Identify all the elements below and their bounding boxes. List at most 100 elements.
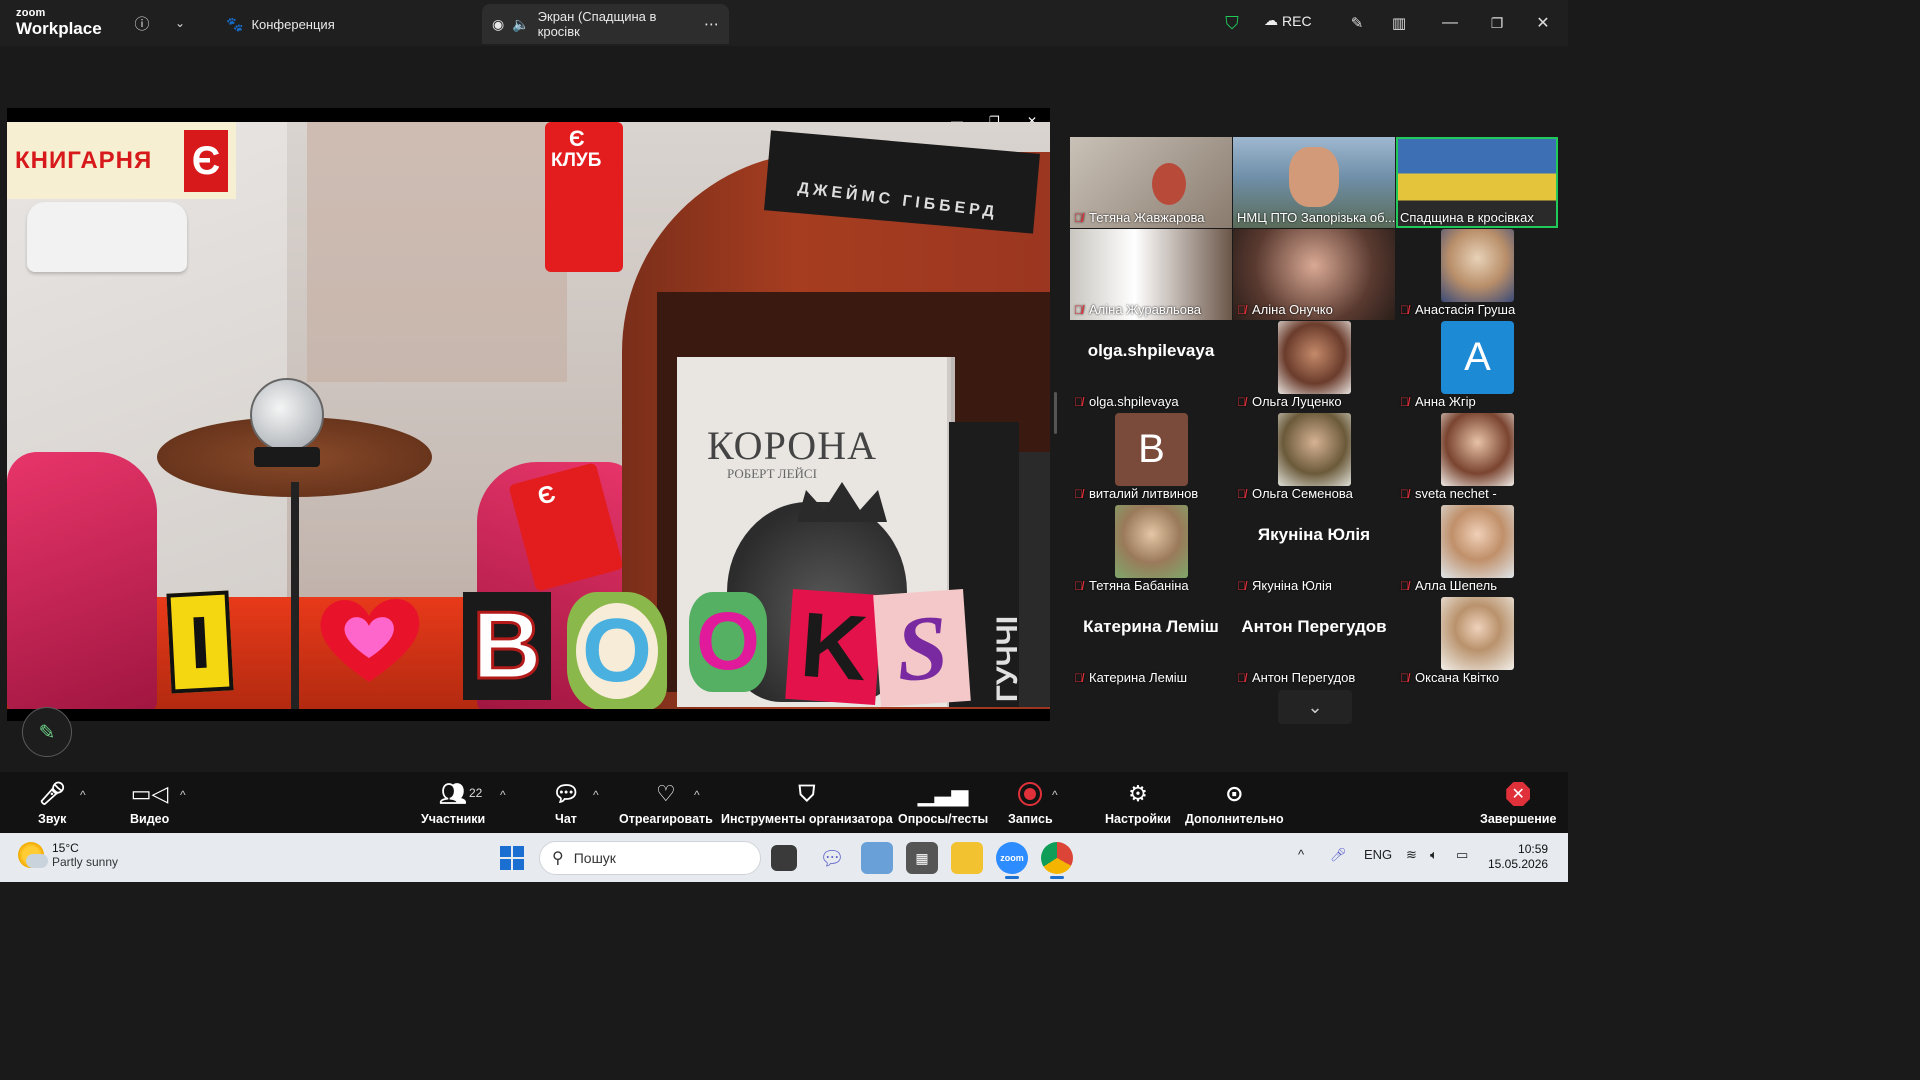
more-options-icon[interactable]: ⋯ (704, 15, 719, 33)
host-tools-label: Инструменты организатора (721, 812, 893, 826)
host-tools-button[interactable]: ⛉ Инструменты организатора (721, 780, 893, 826)
more-button[interactable]: ⊙ Дополнительно (1185, 780, 1284, 826)
participant-tile[interactable]: Якуніна Юлія 🎙̸ Якуніна Юлія (1233, 505, 1395, 596)
participant-tile[interactable]: B 🎙̸ виталий литвинов (1070, 413, 1232, 504)
participant-tile[interactable]: 🎙̸ Анастасія Груша (1396, 229, 1558, 320)
view-layout-icon[interactable]: ▥ (1388, 12, 1410, 34)
tab-screen-share[interactable]: ◉ 🔈 Экран (Спадщина в кросівк ⋯ (482, 4, 729, 44)
file-explorer-icon[interactable] (951, 842, 983, 874)
restore-button[interactable]: ❐ (1484, 10, 1510, 36)
system-clock[interactable]: 10:59 15.05.2026 (1488, 842, 1548, 872)
participant-video-image (1289, 147, 1339, 207)
participant-name: 🎙̸ sveta nechet - (1400, 486, 1497, 501)
participant-name: 🎙̸ Алла Шепель (1400, 578, 1498, 593)
chair-image (7, 452, 157, 709)
participant-name: 🎙̸ olga.shpilevaya (1074, 394, 1179, 409)
participant-tile-active-speaker[interactable]: Спадщина в кросівках (1396, 137, 1558, 228)
chat-app-icon[interactable]: 💬︎ (816, 842, 848, 874)
zoom-app-icon[interactable]: zoom (996, 842, 1028, 879)
avatar: B (1115, 413, 1188, 486)
chrome-app-icon[interactable] (1041, 842, 1073, 879)
react-button[interactable]: ♡ Отреагировать (619, 780, 713, 826)
annotate-pen-icon[interactable]: ✎ (1346, 12, 1368, 34)
bar-chart-icon: ▁▃▅ (917, 781, 969, 806)
mic-muted-icon: 🎙̸ (1074, 394, 1083, 409)
weather-desc: Partly sunny (52, 855, 119, 869)
participant-tile[interactable]: 🎙̸ Тетяна Жавжарова (1070, 137, 1232, 228)
participant-tile[interactable]: Антон Перегудов 🎙̸ Антон Перегудов (1233, 597, 1395, 688)
battery-icon[interactable]: ▭ (1456, 847, 1468, 863)
avatar (1441, 597, 1514, 670)
clock-time: 10:59 (1518, 842, 1549, 856)
participant-tile[interactable]: 🎙̸ Ольга Луценко (1233, 321, 1395, 412)
photos-app-icon[interactable] (861, 842, 893, 874)
participant-tile[interactable]: 🎙̸ Алла Шепель (1396, 505, 1558, 596)
club-sign: Є КЛУБ (545, 122, 623, 272)
book-author: РОБЕРТ ЛЕЙСІ (727, 466, 817, 481)
chat-button[interactable]: 💬︎ Чат (552, 780, 580, 826)
participant-tile[interactable]: 🎙̸ Аліна Онучко (1233, 229, 1395, 320)
shop-sign-text: КНИГАРНЯ (15, 146, 153, 174)
participant-tile[interactable]: 🎙̸ Ольга Семенова (1233, 413, 1395, 504)
end-meeting-button[interactable]: ✕ Завершение (1480, 780, 1556, 826)
participant-tile[interactable]: 🎙̸ Аліна Журавльова (1070, 229, 1232, 320)
language-indicator[interactable]: ENG (1364, 847, 1392, 862)
info-icon[interactable]: ⓘ (131, 12, 153, 34)
video-options-caret[interactable]: ^ (180, 788, 186, 802)
record-label: Запись (1008, 812, 1053, 826)
participant-tile[interactable]: 🎙̸ Оксана Квітко (1396, 597, 1558, 688)
react-label: Отреагировать (619, 812, 713, 826)
participant-tile[interactable]: 🎙̸ Тетяна Бабаніна (1070, 505, 1232, 596)
video-button[interactable]: ▭◁ Видео (130, 780, 169, 826)
splitter-handle[interactable] (1054, 392, 1057, 434)
record-button[interactable]: Запись (1008, 780, 1053, 826)
cloud-recording-indicator[interactable]: ☁ REC (1264, 12, 1312, 29)
avatar (1115, 505, 1188, 578)
polls-label: Опросы/тесты (898, 812, 989, 826)
task-view-icon[interactable] (771, 845, 797, 871)
participant-tile[interactable]: НМЦ ПТО Запорізька об... (1233, 137, 1395, 228)
audio-options-caret[interactable]: ^ (80, 788, 86, 802)
participant-tile[interactable]: Катерина Леміш 🎙̸ Катерина Леміш (1070, 597, 1232, 688)
chat-options-caret[interactable]: ^ (593, 788, 599, 802)
participant-tile[interactable]: A 🎙̸ Анна Жгір (1396, 321, 1558, 412)
participant-name: 🎙̸ Тетяна Бабаніна (1074, 578, 1189, 593)
audio-button[interactable]: 🎤︎ Звук (38, 780, 66, 826)
taskbar-search-input[interactable]: ⚲ Пошук (539, 841, 761, 875)
tab-conference[interactable]: 🐾 Конференция (216, 4, 476, 44)
volume-icon[interactable]: 🔈︎ (1430, 847, 1438, 863)
microphone-tray-icon[interactable]: 🎤︎ (1330, 847, 1347, 863)
wifi-icon[interactable]: ≋ (1406, 847, 1417, 863)
react-options-caret[interactable]: ^ (694, 788, 700, 802)
poster-image (307, 122, 567, 382)
weather-widget[interactable]: 15°C Partly sunny (18, 841, 118, 869)
annotate-pencil-button[interactable]: ✎ (22, 707, 72, 757)
gallery-next-page-button[interactable]: ⌄ (1278, 690, 1352, 724)
shared-video-frame: Є КЛУБ Є ДЖЕЙМС ГІББЕРД КОРОНА РОБЕРТ ЛЕ… (7, 122, 1050, 709)
audio-label: Звук (38, 812, 67, 826)
collage-letter-o: O (567, 592, 667, 709)
settings-button[interactable]: ⚙ Настройки (1105, 780, 1171, 826)
mic-muted-icon: 🎙̸ (1237, 578, 1246, 593)
avatar (1278, 413, 1351, 486)
mic-muted-icon: 🎙̸ (1400, 486, 1409, 501)
collage-letter-s: S (873, 588, 971, 708)
participant-tile[interactable]: olga.shpilevaya 🎙̸ olga.shpilevaya (1070, 321, 1232, 412)
close-button[interactable]: ✕ (1530, 10, 1556, 36)
chevron-up-icon[interactable]: ^ (1298, 847, 1304, 862)
shield-icon[interactable]: ⛉ (1221, 12, 1243, 34)
participants-options-caret[interactable]: ^ (500, 788, 506, 802)
chevron-down-icon[interactable]: ⌄ (169, 12, 191, 34)
minimize-button[interactable]: — (1437, 10, 1463, 36)
video-label: Видео (130, 812, 170, 826)
participant-tile[interactable]: 🎙̸ sveta nechet - (1396, 413, 1558, 504)
windows-start-button[interactable] (500, 846, 524, 870)
record-options-caret[interactable]: ^ (1052, 788, 1058, 802)
avatar (1441, 413, 1514, 486)
polls-button[interactable]: ▁▃▅ Опросы/тесты (898, 780, 988, 826)
weather-temp: 15°C (52, 841, 79, 855)
participant-name: 🎙̸ Ольга Луценко (1237, 394, 1342, 409)
calculator-icon[interactable]: ▦ (906, 842, 938, 874)
pencil-icon: ✎ (38, 721, 56, 744)
mic-muted-icon: 🎙̸ (1237, 670, 1246, 685)
